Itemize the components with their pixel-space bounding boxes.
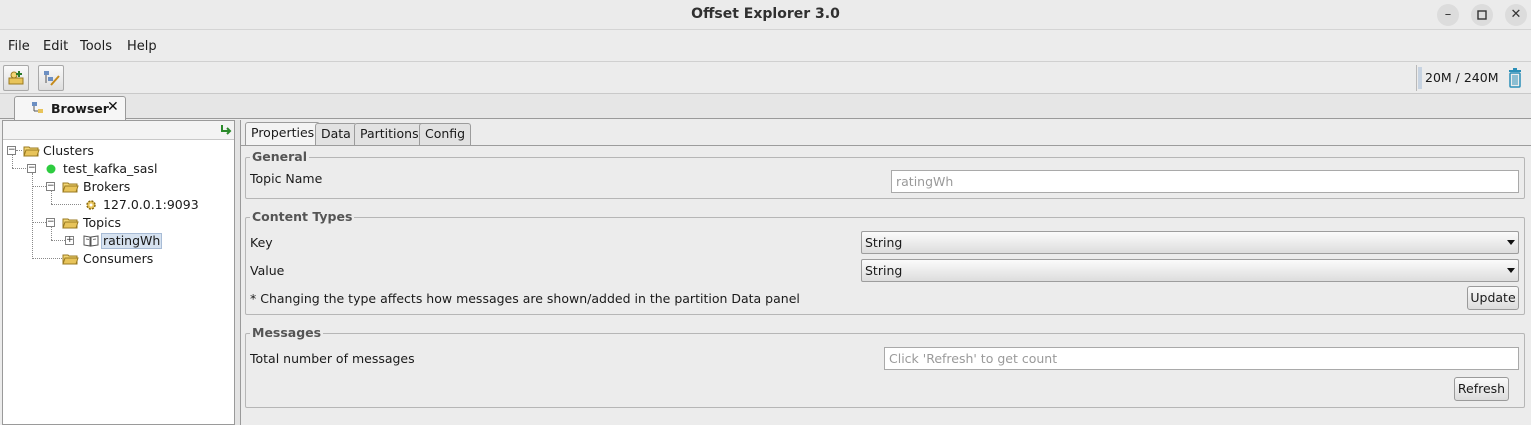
maximize-icon xyxy=(1477,10,1487,20)
collapse-icon[interactable]: − xyxy=(46,182,55,191)
tree-label-topics: Topics xyxy=(83,215,121,230)
content-types-group-title: Content Types xyxy=(250,209,355,224)
tree-panel-header xyxy=(3,121,234,140)
tree-label-clusters: Clusters xyxy=(43,143,94,158)
add-cluster-button[interactable] xyxy=(3,65,29,91)
menu-tools[interactable]: Tools xyxy=(80,39,112,54)
tree-label-topic: ratingWh xyxy=(101,233,163,249)
menu-file[interactable]: File xyxy=(8,39,30,54)
tab-config[interactable]: Config xyxy=(419,123,472,145)
tree-item-topic[interactable]: + ratingWh xyxy=(3,232,233,250)
document-tab-strip: Browser ✕ xyxy=(0,94,1531,120)
messages-group: Messages Total number of messages Click … xyxy=(245,325,1525,408)
minimize-button[interactable]: – xyxy=(1437,4,1459,26)
content-types-group: Content Types Key String Value String * … xyxy=(245,209,1525,315)
general-group-title: General xyxy=(250,149,309,164)
close-button[interactable]: ✕ xyxy=(1505,4,1527,26)
browser-tree-icon xyxy=(32,102,43,113)
key-type-value: String xyxy=(865,235,903,250)
window-title: Offset Explorer 3.0 xyxy=(691,6,840,22)
tab-partitions[interactable]: Partitions xyxy=(354,123,425,145)
tab-data[interactable]: Data xyxy=(315,123,357,145)
tab-browser-label: Browser xyxy=(51,101,109,116)
gear-icon xyxy=(86,200,96,210)
refresh-tree-icon[interactable] xyxy=(219,124,233,137)
value-label: Value xyxy=(250,263,285,278)
tree-label-brokers: Brokers xyxy=(83,179,131,194)
memory-usage-bar xyxy=(1418,67,1422,89)
menu-help[interactable]: Help xyxy=(127,39,157,54)
value-type-select[interactable]: String xyxy=(861,259,1519,282)
refresh-button[interactable]: Refresh xyxy=(1454,377,1509,401)
update-button[interactable]: Update xyxy=(1467,286,1519,310)
open-folder-icon xyxy=(62,254,79,265)
memory-text: 20M / 240M xyxy=(1425,70,1499,85)
tree-edit-icon xyxy=(44,71,60,86)
toolbar: 20M / 240M xyxy=(0,62,1531,94)
tab-browser[interactable]: Browser ✕ xyxy=(14,96,126,120)
add-cluster-icon xyxy=(8,71,24,85)
open-folder-icon xyxy=(62,218,79,229)
topic-book-icon xyxy=(83,235,99,247)
tree-item-cluster[interactable]: − test_kafka_sasl xyxy=(3,160,233,178)
edit-tree-button[interactable] xyxy=(38,65,64,91)
collapse-icon[interactable]: − xyxy=(46,218,55,227)
tree-item-brokers[interactable]: − Brokers xyxy=(3,178,233,196)
menu-bar: File Edit Tools Help xyxy=(0,30,1531,62)
topic-name-label: Topic Name xyxy=(250,171,323,186)
type-change-note: * Changing the type affects how messages… xyxy=(250,291,800,306)
memory-indicator[interactable]: 20M / 240M xyxy=(1416,65,1502,91)
maximize-button[interactable] xyxy=(1471,4,1493,26)
general-group: General Topic Name ratingWh xyxy=(245,149,1525,199)
messages-group-title: Messages xyxy=(250,325,324,340)
connected-status-icon xyxy=(46,164,56,174)
total-messages-label: Total number of messages xyxy=(250,351,415,366)
key-type-select[interactable]: String xyxy=(861,231,1519,254)
total-messages-field[interactable]: Click 'Refresh' to get count xyxy=(884,347,1519,370)
close-tab-icon[interactable]: ✕ xyxy=(107,99,119,115)
chevron-down-icon xyxy=(1507,240,1515,245)
menu-edit[interactable]: Edit xyxy=(43,39,68,54)
tree-item-topics[interactable]: − Topics xyxy=(3,214,233,232)
topic-name-field[interactable]: ratingWh xyxy=(891,170,1519,193)
topic-detail-panel: Properties Data Partitions Config Genera… xyxy=(240,120,1531,425)
tab-properties[interactable]: Properties xyxy=(245,122,321,146)
tree-item-clusters[interactable]: − Clusters xyxy=(3,142,233,160)
chevron-down-icon xyxy=(1507,268,1515,273)
tree-item-consumers[interactable]: Consumers xyxy=(3,250,233,268)
tree-item-broker[interactable]: 127.0.0.1:9093 xyxy=(3,196,233,214)
tree-label-consumers: Consumers xyxy=(83,251,154,266)
open-folder-icon xyxy=(62,182,79,193)
collapse-icon[interactable]: − xyxy=(27,164,36,173)
open-folder-icon xyxy=(23,146,40,157)
value-type-value: String xyxy=(865,263,903,278)
tab-divider xyxy=(241,145,1531,146)
trash-icon[interactable] xyxy=(1507,68,1523,88)
key-label: Key xyxy=(250,235,273,250)
title-bar: Offset Explorer 3.0 – ✕ xyxy=(0,0,1531,30)
collapse-icon[interactable]: − xyxy=(7,146,16,155)
tree-label-broker: 127.0.0.1:9093 xyxy=(103,197,199,212)
expand-icon[interactable]: + xyxy=(65,236,74,245)
tree-label-cluster: test_kafka_sasl xyxy=(63,161,158,176)
cluster-tree-panel: − Clusters − test_kafka_sasl − Brokers 1… xyxy=(2,120,235,425)
